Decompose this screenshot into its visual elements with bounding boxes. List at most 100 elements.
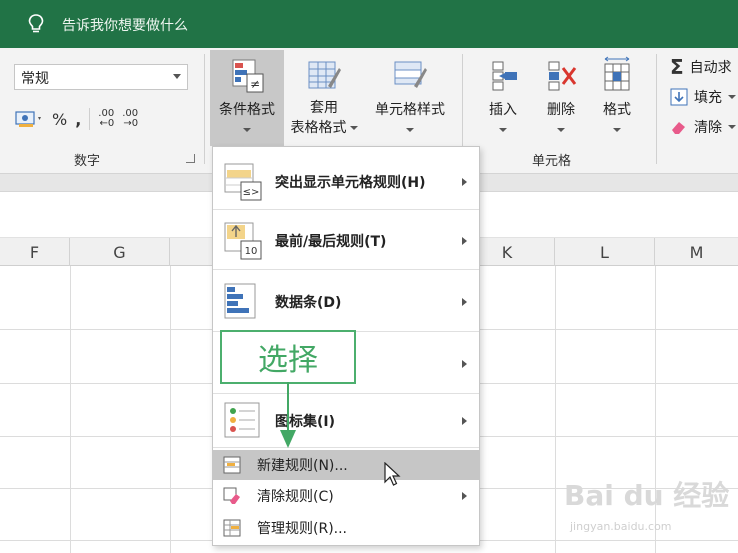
menu-item-label: 新建规则(N)... [257,458,348,474]
percent-button[interactable]: % [52,108,67,130]
manage-rules-icon [223,519,241,537]
menu-item-clear-rules[interactable]: 清除规则(C) [213,481,479,511]
svg-text:10: 10 [245,246,258,257]
format-cells-icon [604,56,630,91]
menu-item-label: 数据条(D) [275,295,342,311]
chevron-right-icon [462,298,467,306]
watermark: Bai du 经验 jingyan.baidu.com [560,470,730,540]
conditional-formatting-button[interactable]: ≠ 条件格式 [210,50,284,146]
menu-divider [213,393,479,394]
divider [89,108,91,130]
annotation-callout: 选择 [220,330,356,384]
menu-item-highlight-cells-rules[interactable]: ≤> 突出显示单元格规则(H) [213,155,479,209]
watermark-url: jingyan.baidu.com [570,520,672,533]
increase-decimal-button[interactable]: .00 ←0 [98,108,114,130]
chevron-down-icon [406,128,414,132]
number-format-select[interactable]: 常规 [14,64,188,90]
menu-divider [213,209,479,210]
accounting-format-button[interactable] [14,108,44,130]
cell-styles-label: 单元格样式 [375,102,445,118]
conditional-formatting-icon: ≠ [232,59,264,93]
new-rule-icon [223,456,241,474]
menu-item-data-bars[interactable]: 数据条(D) [213,273,479,331]
format-as-table-row: 表格格式 [291,118,358,138]
insert-cells-icon [492,61,517,91]
grid-line [555,266,556,553]
grid-line [70,266,71,553]
eraser-icon [672,122,685,134]
icon-sets-icon [224,402,260,438]
insert-button[interactable]: 插入 [478,50,528,146]
chevron-down-icon [173,74,181,79]
menu-divider [213,269,479,270]
svg-text:≤>: ≤> [243,187,260,198]
menu-item-label: 清除规则(C) [257,489,334,505]
cells-group-label: 单元格 [532,154,572,169]
column-header-f[interactable]: F [0,238,70,266]
dialog-launcher-icon[interactable] [186,154,195,163]
currency-icon [15,111,41,127]
format-button[interactable]: 格式 [592,50,642,146]
clear-button[interactable]: 清除 [670,116,736,138]
highlight-rules-icon: ≤> [224,163,262,201]
format-as-table-label-1: 套用 [310,100,338,116]
menu-item-label: 管理规则(R)... [257,521,348,537]
group-separator [204,54,205,164]
grid-line [170,266,171,553]
menu-item-label: 突出显示单元格规则(H) [275,175,426,191]
svg-text:≠: ≠ [250,77,260,91]
column-header-m[interactable]: M [655,238,738,266]
watermark-brand: Bai du 经验 [564,479,730,512]
group-separator [656,54,657,164]
format-as-table-button[interactable]: 套用 表格格式 [286,50,362,146]
autosum-label: 自动求 [689,60,732,76]
chevron-right-icon [462,417,467,425]
insert-label: 插入 [489,102,517,118]
chevron-down-icon [349,126,358,130]
decrease-decimal-button[interactable]: .00 →0 [122,108,138,130]
clear-label: 清除 [694,120,722,136]
chevron-down-icon [243,128,251,132]
chevron-down-icon [557,128,565,132]
delete-cells-icon [548,61,577,91]
menu-item-icon-sets[interactable]: 图标集(I) [213,397,479,445]
chevron-down-icon [728,95,736,99]
tell-me-input[interactable]: 告诉我你想要做什么 [62,15,188,35]
chevron-right-icon [462,237,467,245]
lightbulb-icon [28,14,44,33]
number-tools: % , .00 ←0 .00 →0 [14,106,138,132]
format-label: 格式 [603,102,631,118]
menu-item-label: 最前/最后规则(T) [275,234,387,250]
delete-label: 删除 [547,102,575,118]
chevron-down-icon [499,128,507,132]
fill-button[interactable]: 填充 [670,86,736,108]
arrow-left-icon: ←0 [99,118,115,129]
column-header-g[interactable]: G [70,238,170,266]
chevron-right-icon [462,360,467,368]
chevron-down-icon [613,128,621,132]
table-style-icon [308,61,341,89]
autosum-button[interactable]: Σ 自动求 [670,55,732,79]
chevron-right-icon [462,492,467,500]
top-bottom-rules-icon: 10 [224,222,262,260]
tell-me-bar[interactable]: 告诉我你想要做什么 [0,0,738,48]
annotation-arrow-icon [280,382,296,448]
menu-item-top-bottom-rules[interactable]: 10 最前/最后规则(T) [213,213,479,269]
data-bars-icon [224,283,256,319]
fill-label: 填充 [694,90,722,106]
comma-button[interactable]: , [75,108,81,130]
menu-divider [213,447,479,448]
sigma-icon: Σ [670,55,684,79]
chevron-down-icon [728,125,736,129]
fill-down-icon [670,88,688,106]
menu-item-manage-rules[interactable]: 管理规则(R)... [213,513,479,543]
arrow-right-icon: →0 [123,118,139,129]
number-format-value: 常规 [21,71,49,87]
clear-rules-icon [223,487,240,504]
delete-button[interactable]: 删除 [534,50,588,146]
chevron-right-icon [462,178,467,186]
column-header-l[interactable]: L [555,238,655,266]
menu-item-new-rule[interactable]: 新建规则(N)... [213,450,479,480]
cell-styles-button[interactable]: 单元格样式 [366,50,454,146]
mouse-cursor-icon [384,462,401,486]
